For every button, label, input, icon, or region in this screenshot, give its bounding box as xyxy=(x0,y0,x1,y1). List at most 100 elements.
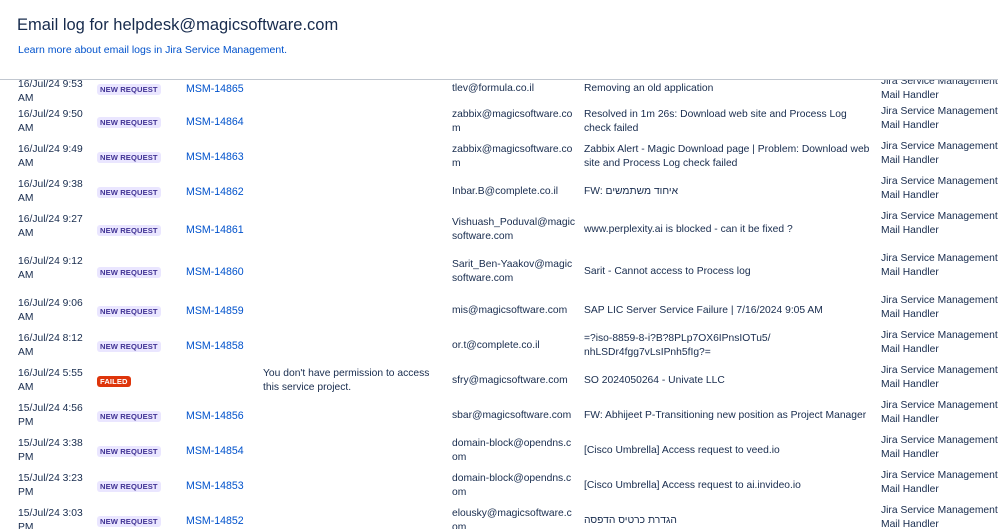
email-subject: Zabbix Alert - Magic Download page | Pro… xyxy=(584,143,870,169)
mail-handler: Jira Service Management Mail Handler xyxy=(881,211,998,236)
issue-cell: MSM-14856 xyxy=(186,409,256,424)
issue-cell: MSM-14864 xyxy=(186,115,256,130)
issue-link[interactable]: MSM-14858 xyxy=(186,340,244,352)
issue-link[interactable]: MSM-14856 xyxy=(186,410,244,422)
received-date: 16/Jul/24 9:12 AM xyxy=(18,256,83,281)
issue-link[interactable]: MSM-14859 xyxy=(186,305,244,317)
sender-email: mis@magicsoftware.com xyxy=(452,304,568,316)
table-row: 16/Jul/24 9:06 AM NEW REQUEST MSM-14859 mis… xyxy=(0,293,998,328)
issue-cell: MSM-14859 xyxy=(186,304,256,319)
status-badge: NEW REQUEST xyxy=(97,305,161,317)
received-date: 16/Jul/24 9:50 AM xyxy=(18,109,83,134)
status-cell: NEW REQUEST xyxy=(97,305,177,319)
email-subject: [Cisco Umbrella] Access request to ai.in… xyxy=(584,479,801,491)
status-badge: FAILED xyxy=(97,375,131,387)
sender-email: sfry@magicsoftware.com xyxy=(452,374,568,386)
status-cell: NEW REQUEST xyxy=(97,266,177,280)
issue-cell: MSM-14865 xyxy=(186,82,256,97)
sender-email: elousky@magicsoftware.com xyxy=(452,507,572,529)
mail-handler: Jira Service Management Mail Handler xyxy=(881,435,998,460)
mail-handler: Jira Service Management Mail Handler xyxy=(881,141,998,166)
received-date: 15/Jul/24 4:56 PM xyxy=(18,403,83,428)
issue-link[interactable]: MSM-14861 xyxy=(186,224,244,236)
table-row: 16/Jul/24 9:50 AM NEW REQUEST MSM-14864 zab… xyxy=(0,104,998,139)
issue-cell: MSM-14862 xyxy=(186,185,256,200)
status-cell: NEW REQUEST xyxy=(97,83,177,97)
email-subject: Removing an old application xyxy=(584,83,714,94)
table-row: 15/Jul/24 3:38 PM NEW REQUEST MSM-14854 dom… xyxy=(0,433,998,468)
status-badge: NEW REQUEST xyxy=(97,116,161,128)
status-cell: NEW REQUEST xyxy=(97,116,177,130)
mail-handler: Jira Service Management Mail Handler xyxy=(881,106,998,131)
issue-link[interactable]: MSM-14854 xyxy=(186,445,244,457)
table-row: 16/Jul/24 9:38 AM NEW REQUEST MSM-14862 Inb… xyxy=(0,174,998,209)
mail-handler: Jira Service Management Mail Handler xyxy=(881,505,998,529)
table-row: 16/Jul/24 5:55 AM FAILED You don't have pe… xyxy=(0,363,998,398)
table-row: 16/Jul/24 9:49 AM NEW REQUEST MSM-14863 zab… xyxy=(0,139,998,174)
email-subject: [Cisco Umbrella] Access request to veed.… xyxy=(584,444,780,456)
page-header: Email log for helpdesk@magicsoftware.com… xyxy=(0,0,998,80)
table-row: 15/Jul/24 3:03 PM NEW REQUEST MSM-14852 elo… xyxy=(0,503,998,529)
received-date: 16/Jul/24 8:12 AM xyxy=(18,333,83,358)
status-cell: NEW REQUEST xyxy=(97,186,177,200)
status-cell: NEW REQUEST xyxy=(97,224,177,238)
mail-handler: Jira Service Management Mail Handler xyxy=(881,330,998,355)
issue-link[interactable]: MSM-14852 xyxy=(186,515,244,527)
email-subject: www.perplexity.ai is blocked - can it be… xyxy=(584,224,793,235)
status-cell: NEW REQUEST xyxy=(97,151,177,165)
email-subject: SAP LIC Server Service Failure | 7/16/20… xyxy=(584,304,823,316)
mail-handler: Jira Service Management Mail Handler xyxy=(881,295,998,320)
issue-link[interactable]: MSM-14863 xyxy=(186,151,244,163)
sender-email: domain-block@opendns.com xyxy=(452,437,572,463)
sender-email: tlev@formula.co.il xyxy=(452,83,534,94)
received-date: 16/Jul/24 9:27 AM xyxy=(18,214,83,239)
email-subject: FW: Abhijeet P-Transitioning new positio… xyxy=(584,409,867,421)
sender-email: Sarit_Ben-Yaakov@magicsoftware.com xyxy=(452,259,573,284)
issue-link[interactable]: MSM-14862 xyxy=(186,186,244,198)
table-row: 15/Jul/24 4:56 PM NEW REQUEST MSM-14856 sba… xyxy=(0,398,998,433)
issue-cell: MSM-14858 xyxy=(186,339,256,354)
mail-handler: Jira Service Management Mail Handler xyxy=(881,400,998,425)
table-row: 16/Jul/24 8:12 AM NEW REQUEST MSM-14858 or.… xyxy=(0,328,998,363)
status-badge: NEW REQUEST xyxy=(97,410,161,422)
email-subject: FW: איחוד משתמשים xyxy=(584,185,679,197)
issue-link[interactable]: MSM-14865 xyxy=(186,83,244,95)
issue-cell: MSM-14861 xyxy=(186,223,256,238)
status-cell: NEW REQUEST xyxy=(97,340,177,354)
email-subject: Resolved in 1m 26s: Download web site an… xyxy=(584,108,847,134)
issue-cell: MSM-14860 xyxy=(186,265,256,280)
sender-email: Inbar.B@complete.co.il xyxy=(452,185,559,197)
status-badge: NEW REQUEST xyxy=(97,340,161,352)
status-badge: NEW REQUEST xyxy=(97,186,161,198)
mail-handler: Jira Service Management Mail Handler xyxy=(881,470,998,495)
sender-email: zabbix@magicsoftware.com xyxy=(452,143,573,169)
sender-email: zabbix@magicsoftware.com xyxy=(452,108,573,134)
email-subject: הגדרת כרטיס הדפסה xyxy=(584,514,677,526)
sender-email: Vishuash_Poduval@magicsoftware.com xyxy=(452,217,576,242)
sender-email: sbar@magicsoftware.com xyxy=(452,409,572,421)
email-log-table: 16/Jul/24 9:53 AM NEW REQUEST MSM-14865 tle… xyxy=(0,74,998,529)
received-date: 16/Jul/24 5:55 AM xyxy=(18,368,83,393)
table-row: 15/Jul/24 3:23 PM NEW REQUEST MSM-14853 dom… xyxy=(0,468,998,503)
received-date: 15/Jul/24 3:03 PM xyxy=(18,508,83,529)
status-cell: NEW REQUEST xyxy=(97,515,177,529)
status-badge: NEW REQUEST xyxy=(97,445,161,457)
mail-handler: Jira Service Management Mail Handler xyxy=(881,365,998,390)
issue-cell: MSM-14853 xyxy=(186,479,256,494)
status-badge: NEW REQUEST xyxy=(97,84,161,95)
issue-link[interactable]: MSM-14864 xyxy=(186,116,244,128)
status-cell: NEW REQUEST xyxy=(97,445,177,459)
sender-email: or.t@complete.co.il xyxy=(452,339,540,351)
received-date: 16/Jul/24 9:38 AM xyxy=(18,179,83,204)
learn-more-link[interactable]: Learn more about email logs in Jira Serv… xyxy=(18,44,287,56)
status-badge: NEW REQUEST xyxy=(97,151,161,163)
received-date: 16/Jul/24 9:53 AM xyxy=(18,79,83,104)
issue-link[interactable]: MSM-14860 xyxy=(186,266,244,278)
table-row: 16/Jul/24 9:27 AM NEW REQUEST MSM-14861 Vis… xyxy=(0,209,998,251)
received-date: 16/Jul/24 9:06 AM xyxy=(18,298,83,323)
status-badge: NEW REQUEST xyxy=(97,515,161,527)
issue-link[interactable]: MSM-14853 xyxy=(186,480,244,492)
email-subject: Sarit - Cannot access to Process log xyxy=(584,266,751,277)
issue-cell: MSM-14852 xyxy=(186,514,256,529)
received-date: 15/Jul/24 3:38 PM xyxy=(18,438,83,463)
